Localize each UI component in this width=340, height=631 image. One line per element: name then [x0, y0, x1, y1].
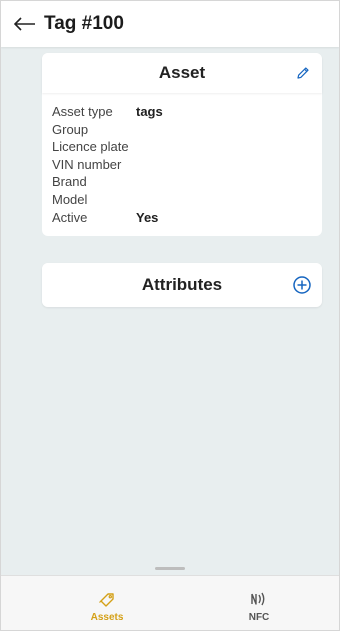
app-bar: Tag #100 [1, 1, 339, 47]
app-screen: Tag #100 Asset Asset type tags Group Lic… [0, 0, 340, 631]
arrow-left-icon [14, 17, 35, 31]
property-value: Yes [136, 209, 159, 225]
property-row: Group [52, 121, 312, 139]
page-title: Tag #100 [44, 13, 124, 34]
attributes-card: Attributes [42, 263, 322, 307]
nav-label-nfc: NFC [248, 612, 270, 623]
edit-asset-button[interactable] [294, 64, 312, 82]
property-label: VIN number [52, 156, 122, 172]
property-row: Active Yes [52, 209, 312, 227]
nav-item-assets[interactable]: Assets [67, 582, 147, 626]
nav-icon-wrapper [248, 588, 270, 610]
property-label: Asset type [52, 104, 113, 119]
property-row: Model [52, 191, 312, 209]
property-label: Brand [52, 174, 87, 190]
property-value: tags [136, 104, 163, 119]
asset-card: Asset Asset type tags Group Licence plat… [42, 53, 322, 237]
asset-properties: Asset type tags Group Licence plate VIN … [42, 93, 322, 236]
property-label: Model [52, 191, 88, 207]
nav-icon-wrapper [96, 588, 118, 610]
property-label: Active [52, 209, 88, 225]
back-button[interactable] [14, 14, 36, 34]
tag-icon [99, 593, 114, 607]
property-row: VIN number [52, 156, 312, 174]
property-label: Group [52, 121, 89, 137]
property-row: Licence plate [52, 138, 312, 156]
plus-circle-icon [293, 276, 311, 294]
asset-card-title: Asset [158, 63, 206, 82]
attributes-card-title: Attributes [141, 275, 223, 294]
drag-handle[interactable] [155, 567, 185, 570]
property-label: Licence plate [52, 139, 129, 155]
pencil-icon [297, 67, 309, 79]
nav-item-nfc[interactable]: NFC [219, 582, 299, 626]
nfc-icon [251, 592, 265, 606]
attributes-card-header: Attributes [42, 263, 322, 307]
asset-card-header: Asset [42, 53, 322, 93]
bottom-navigation: Assets NFC [1, 567, 339, 630]
property-row: Brand [52, 173, 312, 191]
nav-label-assets: Assets [90, 612, 124, 623]
add-attribute-button[interactable] [292, 275, 312, 295]
property-row: Asset type tags [52, 103, 312, 121]
